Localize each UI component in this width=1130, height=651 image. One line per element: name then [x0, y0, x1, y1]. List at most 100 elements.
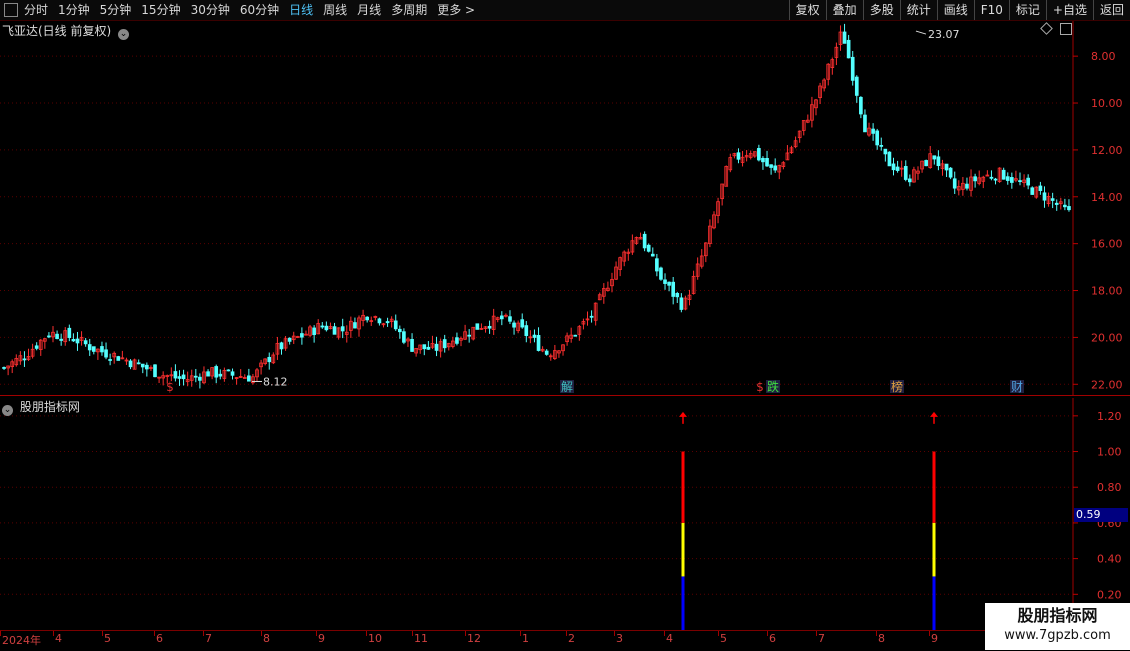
candle-body: [667, 281, 671, 286]
candle-body: [59, 338, 63, 341]
toolbar-button-2[interactable]: 多股: [862, 0, 900, 20]
candle-body: [475, 323, 480, 330]
period-tab-6[interactable]: 日线: [289, 0, 313, 20]
candle-body: [140, 363, 145, 368]
toolbar-button-4[interactable]: 画线: [936, 0, 974, 20]
candle-body: [891, 163, 896, 171]
candle-body: [426, 346, 431, 350]
candle-body: [544, 350, 549, 355]
x-axis-tick: [261, 631, 262, 636]
candle-body: [340, 326, 345, 332]
candle-body: [846, 39, 851, 59]
candle-body: [22, 358, 27, 361]
toolbar-button-7[interactable]: +自选: [1045, 0, 1093, 20]
indicator-chart[interactable]: 1.201.000.800.600.400.20: [0, 398, 1130, 630]
price-chart-panel: 22.00 20.00 18.00 16.00 14.00 12.00 10.00 8.00 2…: [0, 21, 1130, 396]
x-axis-label: 7: [818, 632, 825, 645]
x-axis-tick: [664, 631, 665, 636]
candle-body: [973, 176, 977, 182]
candle-body: [332, 326, 337, 335]
candle-body: [875, 130, 880, 146]
signal-bar-0: [679, 411, 687, 630]
candle-body: [177, 376, 182, 379]
x-axis-tick: [718, 631, 719, 636]
watermark-url: www.7gpzb.com: [1004, 628, 1111, 643]
x-axis-tick: [102, 631, 103, 636]
x-axis-tick: [614, 631, 615, 636]
candle-body: [442, 339, 447, 349]
candle-body: [173, 371, 178, 379]
candle-body: [642, 233, 647, 249]
candle-body: [1054, 202, 1059, 205]
toolbar-button-5[interactable]: F10: [973, 0, 1009, 20]
chevron-down-icon[interactable]: ⌄: [2, 405, 13, 416]
period-tab-7[interactable]: 周线: [323, 0, 347, 20]
candle-body: [83, 340, 88, 345]
ind-y-tick-label: 1.00: [1097, 446, 1122, 459]
period-tab-8[interactable]: 月线: [357, 0, 381, 20]
toolbar-button-0[interactable]: 复权: [788, 0, 826, 20]
x-axis-tick: [816, 631, 817, 636]
period-tab-1[interactable]: 1分钟: [58, 0, 90, 20]
candle-body: [136, 362, 141, 365]
period-tab-5[interactable]: 60分钟: [240, 0, 279, 20]
candle-body: [659, 267, 663, 280]
x-axis-tick: [154, 631, 155, 636]
candle-body: [924, 160, 928, 167]
candle-body: [226, 369, 231, 372]
chevron-down-icon[interactable]: ⌄: [118, 29, 130, 40]
candle-body: [145, 364, 149, 370]
toolbar-button-6[interactable]: 标记: [1008, 0, 1046, 20]
toolbar-button-3[interactable]: 统计: [899, 0, 937, 20]
candle-body: [87, 344, 92, 351]
x-axis-label: 5: [104, 632, 111, 645]
watermark-title: 股朋指标网: [1017, 606, 1098, 625]
period-tab-3[interactable]: 15分钟: [141, 0, 180, 20]
candle-body: [895, 166, 900, 171]
period-tab-9[interactable]: 多周期: [391, 0, 427, 20]
candle-body: [100, 346, 104, 353]
event-tag-2: $: [756, 380, 764, 394]
candle-body: [1018, 180, 1022, 183]
candle-body: [34, 345, 39, 349]
candle-body: [287, 337, 292, 342]
candle-body: [903, 166, 908, 180]
candle-body: [757, 148, 761, 161]
layout-square-icon[interactable]: [4, 3, 18, 17]
event-tag-label: 跌: [767, 379, 779, 394]
candle-body: [769, 164, 773, 168]
x-axis-label: 2: [568, 632, 575, 645]
y-tick-label: 14.00: [1091, 191, 1123, 204]
candle-body: [1042, 192, 1047, 201]
candle-body: [320, 325, 325, 328]
panel-toggle-icon[interactable]: [1060, 23, 1072, 35]
x-axis-label: 12: [467, 632, 481, 645]
event-tag-label: 解: [561, 380, 573, 394]
candle-body: [422, 344, 427, 350]
candle-body: [887, 151, 892, 167]
period-tab-2[interactable]: 5分钟: [100, 0, 132, 20]
toolbar-button-1[interactable]: 叠加: [825, 0, 863, 20]
toolbar-button-8[interactable]: 返回: [1092, 0, 1130, 20]
candlestick-chart[interactable]: 22.00 20.00 18.00 16.00 14.00 12.00 10.00 8.00 2…: [0, 21, 1130, 396]
x-axis-label: 7: [205, 632, 212, 645]
candle-body: [512, 322, 516, 328]
candle-body: [1026, 177, 1030, 186]
stock-title: 飞亚达(日线 前复权) ⌄: [2, 22, 130, 40]
candle-body: [2, 367, 6, 369]
candle-body: [153, 364, 157, 378]
period-tab-4[interactable]: 30分钟: [191, 0, 230, 20]
period-tab-0[interactable]: 分时: [24, 0, 48, 20]
x-axis-tick: [53, 631, 54, 636]
ind-y-tick-label: 0.40: [1097, 553, 1122, 566]
x-axis-tick: [203, 631, 204, 636]
indicator-panel: 1.20 1.00 0.80 0.60 0.40 0.20 ⌄ 股朋指标网 0.59: [0, 398, 1130, 630]
candle-body: [736, 152, 741, 160]
period-tabs: 分时 1分钟 5分钟 15分钟 30分钟 60分钟 日线 周线 月线 多周期 更多 >: [0, 0, 485, 20]
period-tab-10[interactable]: 更多 >: [437, 0, 475, 20]
toolbar-right-buttons: 复权 叠加 多股 统计 画线 F10 标记 +自选 返回: [788, 0, 1130, 20]
candle-body: [1067, 206, 1071, 211]
x-axis-label: 11: [414, 632, 428, 645]
low-price-label: 8.12: [263, 375, 288, 388]
candle-body: [393, 320, 398, 330]
